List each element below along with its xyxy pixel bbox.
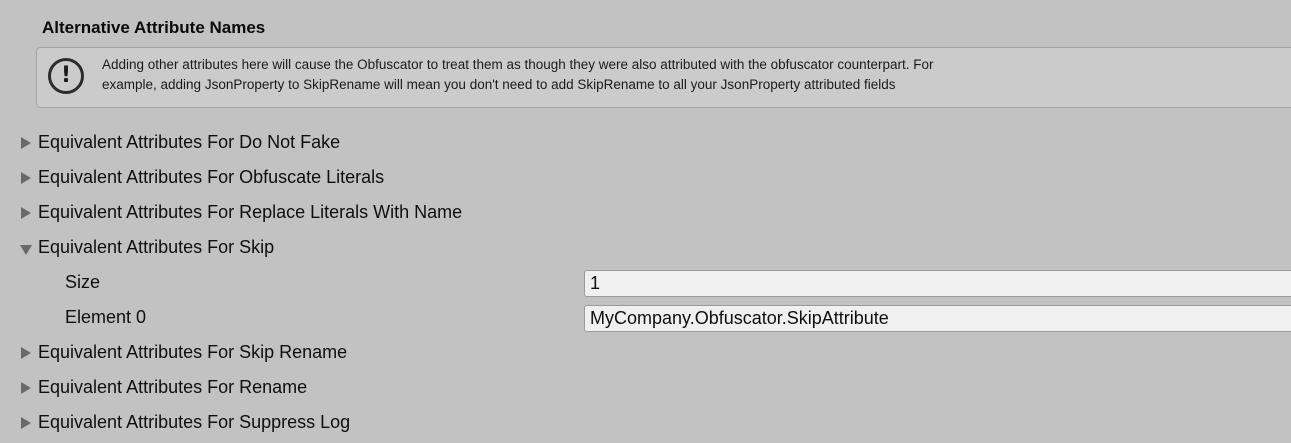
foldout-arrow-right-icon[interactable] (21, 382, 31, 394)
foldout-skip[interactable]: Equivalent Attributes For Skip (0, 232, 1291, 266)
array-element-row: Element 0 (0, 302, 1291, 336)
foldout-label[interactable]: Equivalent Attributes For Replace Litera… (38, 202, 462, 223)
help-box: ! Adding other attributes here will caus… (36, 47, 1291, 108)
foldout-arrow-right-icon[interactable] (21, 207, 31, 219)
foldout-arrow-right-icon[interactable] (21, 347, 31, 359)
foldout-arrow-right-icon[interactable] (21, 137, 31, 149)
help-message-line-1: Adding other attributes here will cause … (102, 57, 934, 72)
foldout-label[interactable]: Equivalent Attributes For Obfuscate Lite… (38, 167, 384, 188)
array-element-field[interactable] (584, 305, 1291, 332)
foldout-do-not-fake[interactable]: Equivalent Attributes For Do Not Fake (0, 127, 1291, 161)
foldout-label[interactable]: Equivalent Attributes For Rename (38, 377, 307, 398)
foldout-replace-literals-with-name[interactable]: Equivalent Attributes For Replace Litera… (0, 197, 1291, 231)
help-message: Adding other attributes here will cause … (102, 55, 1282, 95)
foldout-suppress-log[interactable]: Equivalent Attributes For Suppress Log (0, 407, 1291, 441)
help-message-line-2: example, adding JsonProperty to SkipRena… (102, 77, 896, 92)
foldout-arrow-right-icon[interactable] (21, 172, 31, 184)
section-title: Alternative Attribute Names (42, 18, 266, 37)
foldout-rename[interactable]: Equivalent Attributes For Rename (0, 372, 1291, 406)
array-size-row: Size (0, 267, 1291, 301)
exclamation-icon: ! (48, 58, 84, 94)
foldout-label[interactable]: Equivalent Attributes For Skip (38, 237, 274, 258)
foldout-label[interactable]: Equivalent Attributes For Suppress Log (38, 412, 350, 433)
foldout-skip-rename[interactable]: Equivalent Attributes For Skip Rename (0, 337, 1291, 371)
foldout-arrow-right-icon[interactable] (21, 417, 31, 429)
foldout-obfuscate-literals[interactable]: Equivalent Attributes For Obfuscate Lite… (0, 162, 1291, 196)
array-element-label: Element 0 (65, 307, 147, 327)
foldout-label[interactable]: Equivalent Attributes For Skip Rename (38, 342, 347, 363)
inspector-panel: Alternative Attribute Names ! Adding oth… (0, 0, 1291, 443)
array-size-label: Size (65, 272, 101, 292)
array-size-field[interactable] (584, 270, 1291, 297)
foldout-label[interactable]: Equivalent Attributes For Do Not Fake (38, 132, 340, 153)
foldout-arrow-down-icon[interactable] (20, 245, 32, 255)
